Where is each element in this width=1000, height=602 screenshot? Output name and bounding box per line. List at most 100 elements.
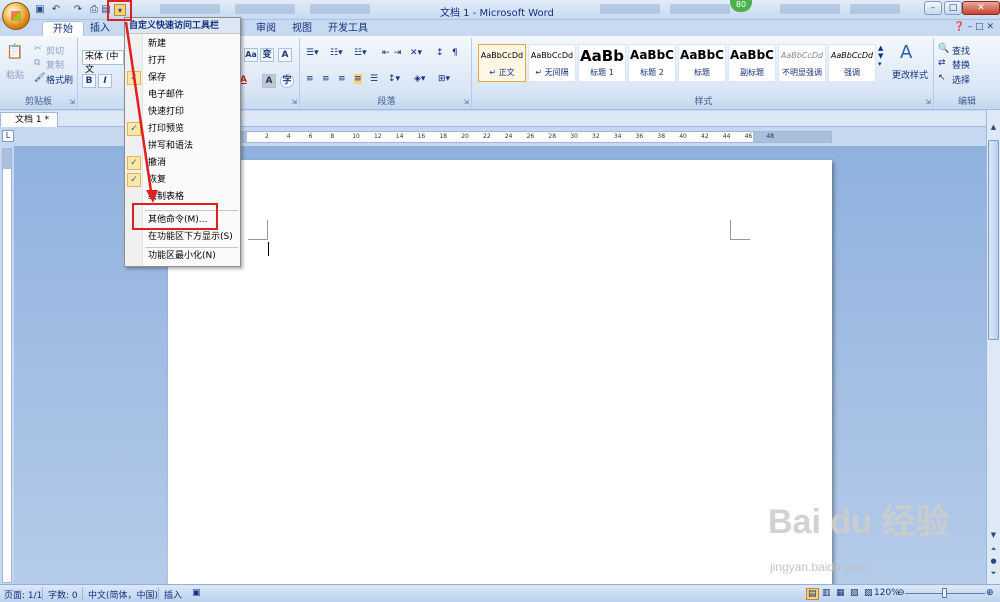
browse-object-icon[interactable]: ●	[988, 556, 999, 567]
scroll-down-icon[interactable]: ▼	[988, 530, 999, 541]
phonetic-button[interactable]: 变	[260, 48, 274, 62]
copy-button[interactable]: 复制	[46, 58, 64, 71]
print-preview-icon[interactable]: ⎙	[88, 4, 100, 16]
decrease-indent-icon[interactable]: ⇤	[382, 48, 390, 58]
style-title[interactable]: AaBbC 标题	[678, 44, 726, 82]
format-painter-button[interactable]: 格式刷	[46, 73, 73, 86]
increase-indent-icon[interactable]: ⇥	[394, 48, 402, 58]
style-no-spacing[interactable]: AaBbCcDd ↵ 无间隔	[528, 44, 576, 82]
language-status[interactable]: 中文(简体，中国)	[88, 588, 158, 601]
tab-view[interactable]: 视图	[282, 21, 322, 36]
chinese-layout-icon[interactable]: ✕▾	[410, 48, 422, 58]
sort-icon[interactable]: ↕	[436, 48, 444, 58]
prev-page-icon[interactable]: ⏶	[988, 544, 999, 555]
document-tab[interactable]: 文档 1 *	[0, 112, 58, 127]
align-right-icon[interactable]: ≡	[338, 74, 346, 84]
menu-item-2[interactable]: ✓ 保存	[125, 70, 240, 87]
show-marks-icon[interactable]: ¶	[452, 48, 458, 58]
bullets-icon[interactable]: ☰▾	[306, 48, 319, 58]
replace-button[interactable]: 替换	[952, 58, 970, 71]
dialog-launcher-icon[interactable]: ⇲	[925, 98, 931, 106]
replace-icon[interactable]: ⇄	[938, 58, 946, 68]
style-subtle-emphasis[interactable]: AaBbCcDd 不明显强调	[778, 44, 826, 82]
office-button[interactable]	[2, 2, 30, 30]
align-left-icon[interactable]: ≡	[306, 74, 314, 84]
insert-mode[interactable]: 插入	[164, 588, 182, 601]
menu-item-1[interactable]: 打开	[125, 53, 240, 70]
restore-button[interactable]: □	[944, 1, 962, 15]
zoom-in-icon[interactable]: ⊕	[986, 588, 994, 598]
distributed-icon[interactable]: ☰	[370, 74, 378, 84]
find-button[interactable]: 查找	[952, 44, 970, 57]
menu-item-7[interactable]: ✓ 撤消	[125, 155, 240, 172]
help-icon[interactable]: ❓ – □ ✕	[954, 22, 994, 32]
tab-home[interactable]: 开始	[42, 21, 84, 36]
tab-review[interactable]: 审阅	[246, 21, 286, 36]
word-count[interactable]: 字数: 0	[48, 588, 78, 601]
menu-item-3[interactable]: 电子邮件	[125, 87, 240, 104]
cut-button[interactable]: 剪切	[46, 44, 64, 57]
zoom-out-icon[interactable]: ⊖	[897, 588, 905, 598]
select-icon[interactable]: ↖	[938, 73, 946, 83]
justify-icon[interactable]: ≡	[354, 74, 362, 84]
macro-record-icon[interactable]: ▣	[192, 588, 201, 598]
cut-icon[interactable]: ✂	[34, 44, 42, 54]
enclose-char-button[interactable]: 字	[280, 74, 294, 88]
minimize-button[interactable]: –	[924, 1, 942, 15]
scroll-thumb[interactable]	[988, 140, 999, 340]
bold-button[interactable]: B	[82, 74, 96, 88]
menu-item-5[interactable]: ✓ 打印预览	[125, 121, 240, 138]
font-color-button[interactable]: A	[240, 75, 247, 85]
dialog-launcher-icon[interactable]: ⇲	[69, 98, 75, 106]
menu-item-4[interactable]: 快速打印	[125, 104, 240, 121]
paste-icon[interactable]: 📋	[6, 44, 23, 60]
shading-icon[interactable]: ◈▾	[414, 74, 425, 84]
menu-item-minimize-ribbon[interactable]: 功能区最小化(N)	[125, 248, 240, 265]
zoom-level[interactable]: 120%	[874, 588, 900, 598]
line-spacing-icon[interactable]: ↕▾	[388, 74, 400, 84]
menu-item-show-below[interactable]: 在功能区下方显示(S)	[125, 229, 240, 246]
find-icon[interactable]: 🔍	[938, 44, 949, 54]
horizontal-ruler[interactable]: 2 4 6 8 10 12 14 16 18 20 22 24 26 28 30 32 34 36 38 40 42 44…	[168, 131, 832, 143]
next-page-icon[interactable]: ⏷	[988, 568, 999, 579]
style-heading-2[interactable]: AaBbC 标题 2	[628, 44, 676, 82]
multilevel-list-icon[interactable]: ☳▾	[354, 48, 367, 58]
menu-item-0[interactable]: 新建	[125, 36, 240, 53]
change-styles-button[interactable]: 更改样式	[892, 68, 928, 81]
copy-icon[interactable]: ⧉	[34, 58, 40, 68]
style-heading-1[interactable]: AaBb 标题 1	[578, 44, 626, 82]
tab-developer[interactable]: 开发工具	[318, 21, 378, 36]
menu-item-8[interactable]: ✓ 恢复	[125, 172, 240, 189]
web-layout-icon[interactable]: ▦	[836, 588, 845, 598]
draft-view-icon[interactable]: ▨	[864, 588, 873, 598]
dialog-launcher-icon[interactable]: ⇲	[291, 98, 297, 106]
char-shading-button[interactable]: A	[262, 74, 276, 88]
tab-selector-icon[interactable]: L	[2, 130, 14, 142]
style-subtitle[interactable]: AaBbC 副标题	[728, 44, 776, 82]
italic-button[interactable]: I	[98, 74, 112, 88]
style-normal[interactable]: AaBbCcDd ↵ 正文	[478, 44, 526, 82]
format-painter-icon[interactable]: 🖌	[34, 73, 45, 83]
menu-item-6[interactable]: 拼写和语法	[125, 138, 240, 155]
redo-icon[interactable]: ↷	[72, 4, 84, 16]
zoom-slider-thumb[interactable]	[942, 588, 947, 598]
fullscreen-reading-icon[interactable]: ▥	[822, 588, 831, 598]
paste-button[interactable]: 粘贴	[6, 68, 24, 81]
outline-view-icon[interactable]: ▧	[850, 588, 859, 598]
change-case-button[interactable]: Aa	[244, 48, 258, 62]
gallery-scroll-icon[interactable]: ▲ ▼ ▾	[878, 44, 883, 68]
document-page[interactable]	[168, 160, 832, 590]
undo-icon[interactable]: ↶	[50, 4, 62, 16]
style-emphasis[interactable]: AaBbCcDd 强调	[828, 44, 876, 82]
char-border-button[interactable]: A	[278, 48, 292, 62]
align-center-icon[interactable]: ≡	[322, 74, 330, 84]
vertical-ruler[interactable]	[2, 148, 12, 583]
print-layout-icon[interactable]: ▤	[806, 588, 819, 600]
change-styles-icon[interactable]: A	[900, 42, 912, 63]
save-icon[interactable]: ▣	[34, 4, 46, 16]
select-button[interactable]: 选择	[952, 73, 970, 86]
page-count[interactable]: 页面: 1/1	[4, 588, 42, 601]
vertical-scrollbar[interactable]: ▲ ▼ ⏶ ● ⏷	[986, 110, 1000, 584]
numbering-icon[interactable]: ☷▾	[330, 48, 343, 58]
scroll-up-icon[interactable]: ▲	[988, 122, 999, 133]
